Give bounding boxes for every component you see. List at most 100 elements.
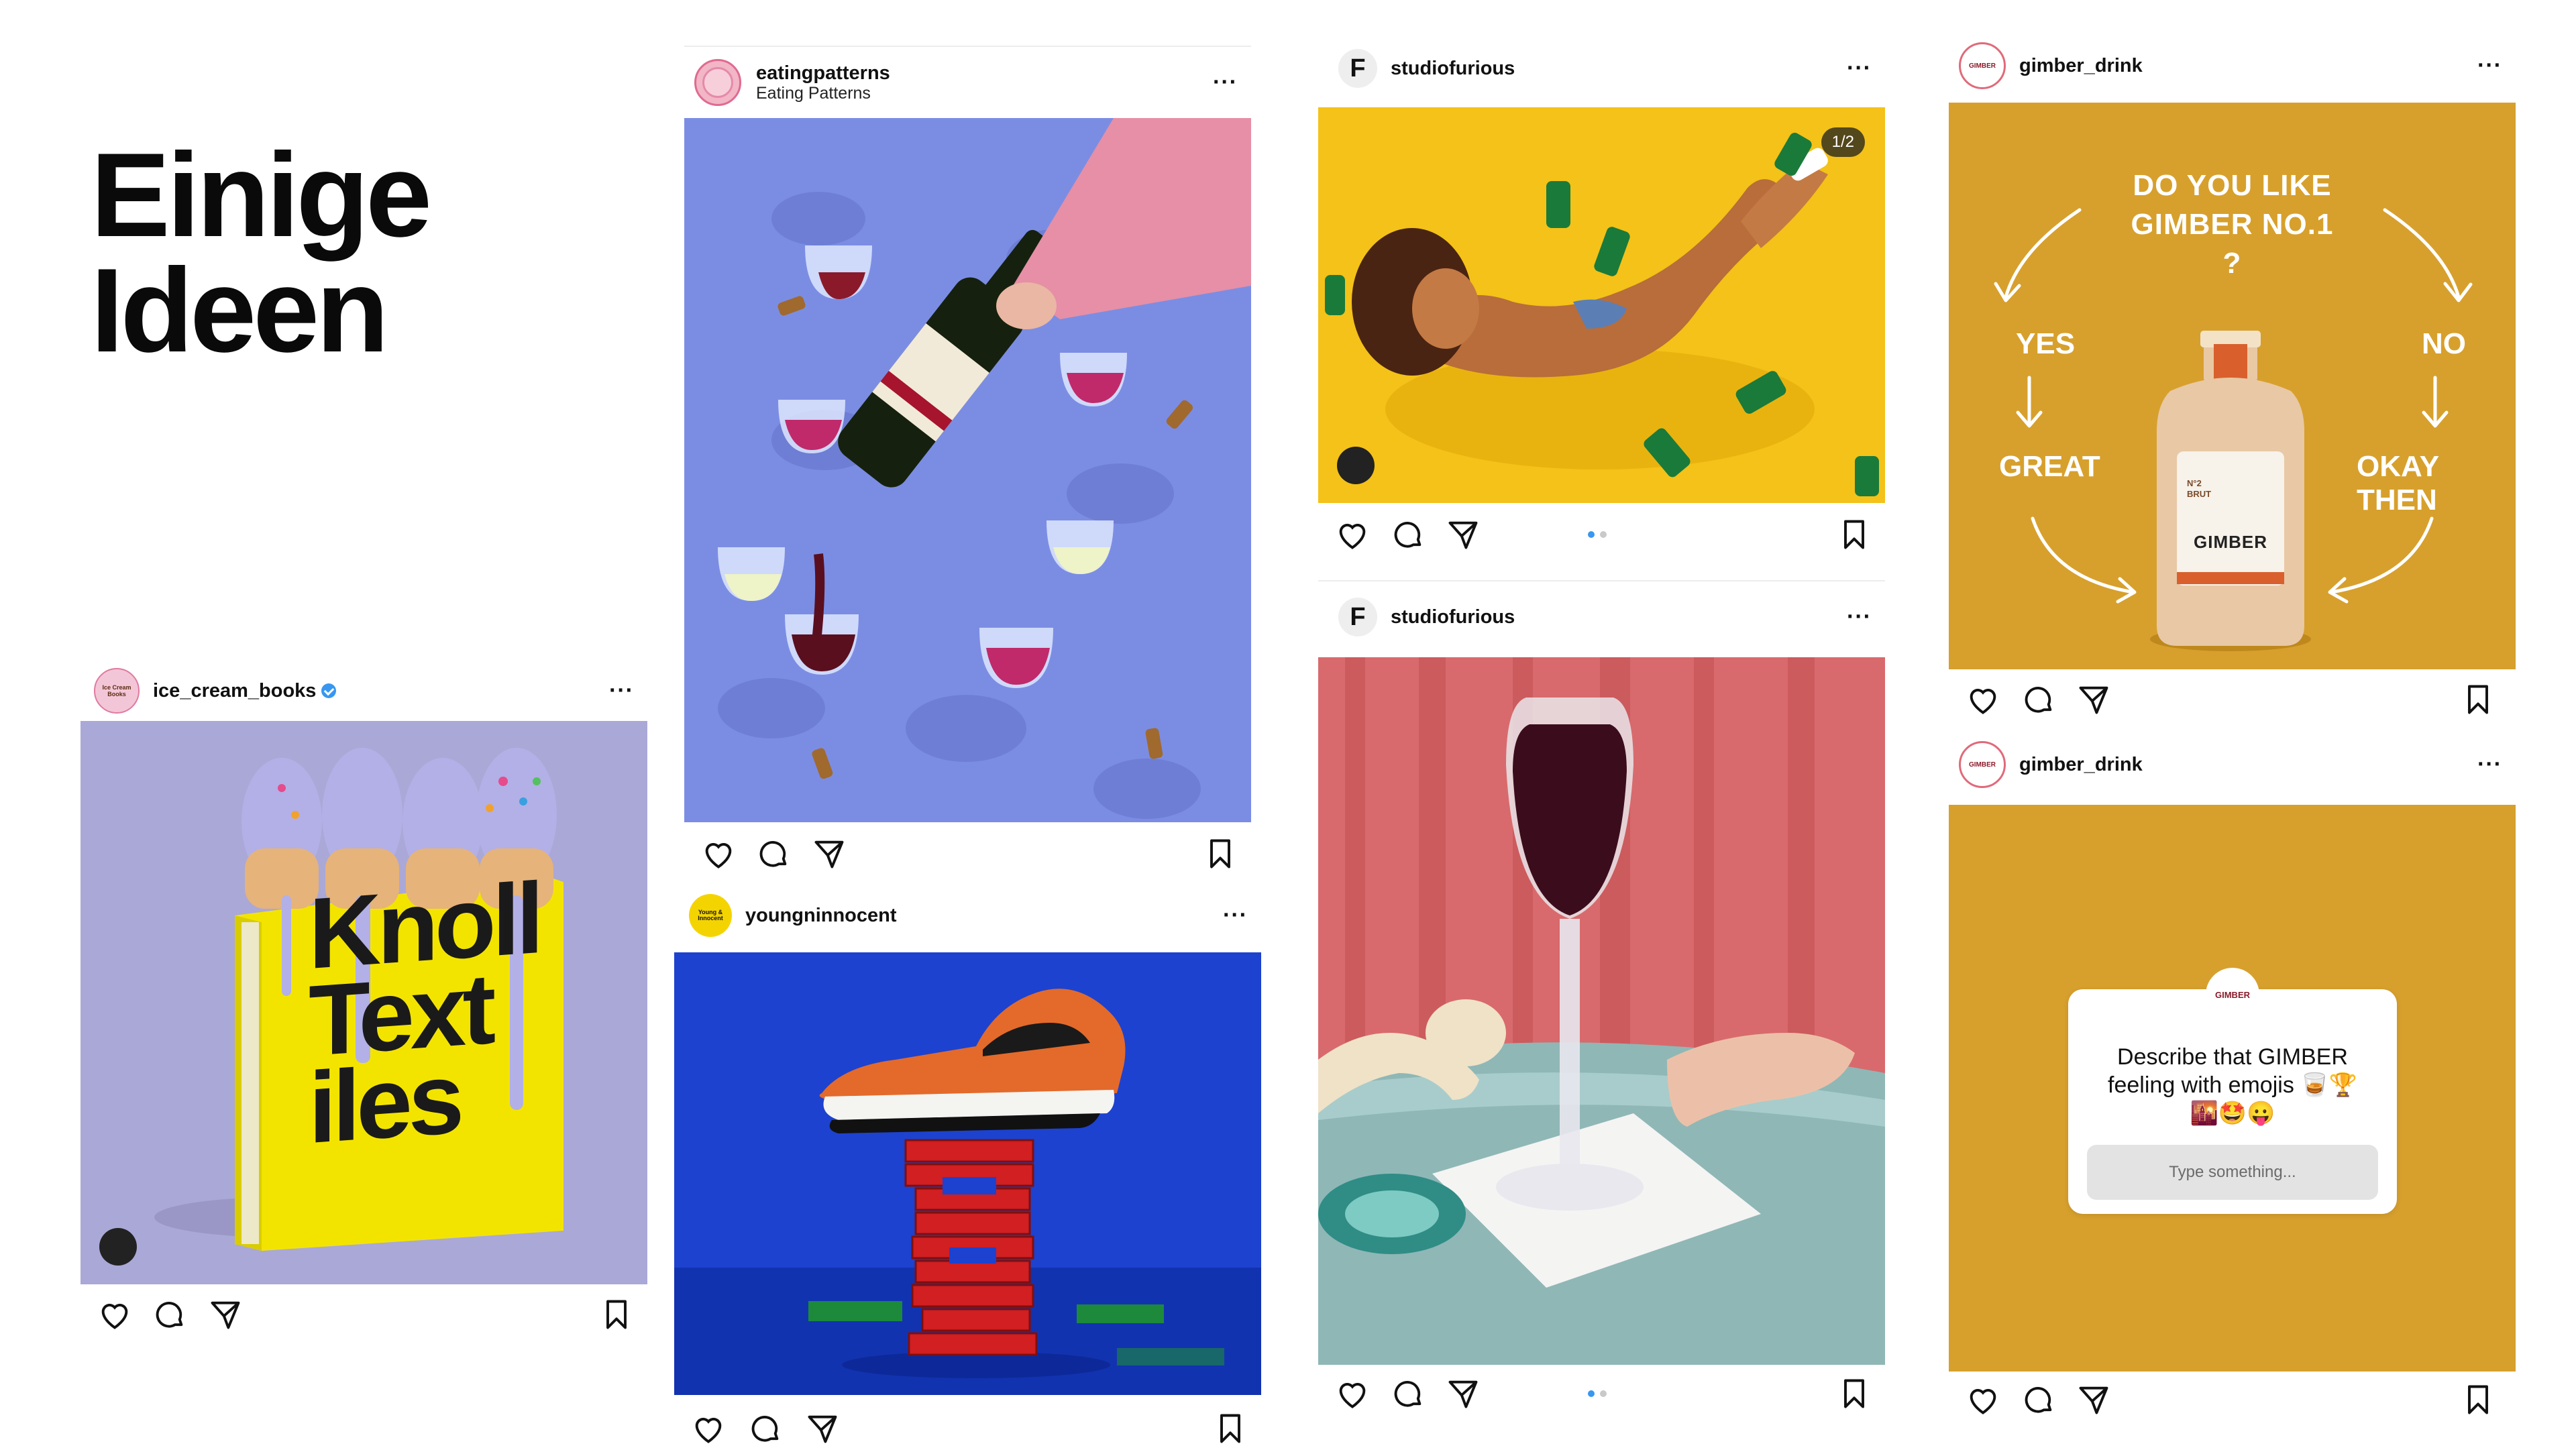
person-on-yellow-illustration xyxy=(1325,132,1879,496)
heart-icon[interactable] xyxy=(1335,517,1370,552)
shoe-on-blocks-illustration xyxy=(674,952,1261,1395)
username[interactable]: ice_cream_books xyxy=(153,680,337,702)
post-image[interactable]: 1/2 xyxy=(1318,107,1885,503)
post-actions xyxy=(674,1405,1261,1452)
carousel-dots xyxy=(1588,1390,1607,1397)
avatar-text: F xyxy=(1350,602,1366,631)
carousel-dot[interactable] xyxy=(1588,531,1595,538)
post-image[interactable] xyxy=(684,118,1251,822)
username[interactable]: studiofurious xyxy=(1391,58,1515,79)
sticker-avatar-text: GIMBER xyxy=(2215,989,2250,1000)
post-header: GIMBER gimber_drink ··· xyxy=(1949,738,2516,791)
wine-glasses-illustration xyxy=(718,118,1251,819)
heart-icon[interactable] xyxy=(691,1411,726,1446)
separator xyxy=(684,46,1251,47)
heart-icon[interactable] xyxy=(1966,682,2000,717)
comment-icon[interactable] xyxy=(1391,517,1426,552)
comment-icon[interactable] xyxy=(1391,1376,1426,1411)
title-line-1: Einige xyxy=(91,128,432,262)
sticker-question: Describe that GIMBER feeling with emojis… xyxy=(2108,1044,2357,1126)
carousel-dot[interactable] xyxy=(1600,531,1607,538)
avatar[interactable]: Ice Cream Books xyxy=(94,668,140,714)
bookmark-icon[interactable] xyxy=(1837,1376,1872,1411)
title-line-2: Ideen xyxy=(91,243,389,377)
comment-icon[interactable] xyxy=(2021,682,2056,717)
more-options-button[interactable]: ··· xyxy=(1847,56,1872,82)
send-icon[interactable] xyxy=(812,836,847,871)
bookmark-icon[interactable] xyxy=(1203,836,1238,871)
page-title: Einige Ideen xyxy=(91,128,432,377)
bookmark-icon[interactable] xyxy=(1837,517,1872,552)
username[interactable]: youngninnocent xyxy=(745,905,897,926)
more-options-button[interactable]: ··· xyxy=(2477,752,2502,778)
post-gimber-2: GIMBER gimber_drink ··· GIMBER Describe … xyxy=(1949,738,2516,1435)
more-options-button[interactable]: ··· xyxy=(2477,53,2502,79)
comment-icon[interactable] xyxy=(756,836,791,871)
avatar[interactable]: GIMBER xyxy=(1959,42,2006,89)
post-image[interactable] xyxy=(1318,657,1885,1365)
username[interactable]: gimber_drink xyxy=(2019,55,2143,76)
bookmark-icon[interactable] xyxy=(2461,682,2496,717)
more-options-button[interactable]: ··· xyxy=(1223,903,1248,929)
heart-icon[interactable] xyxy=(1335,1376,1370,1411)
carousel-counter: 1/2 xyxy=(1821,127,1865,157)
post-header: Young & Innocent youngninnocent ··· xyxy=(674,889,1261,942)
avatar[interactable]: F xyxy=(1338,598,1377,636)
verified-badge-icon xyxy=(321,683,337,698)
post-actions xyxy=(1949,676,2516,723)
username[interactable]: studiofurious xyxy=(1391,606,1515,628)
send-icon[interactable] xyxy=(1446,517,1481,552)
carousel-dot[interactable] xyxy=(1600,1390,1607,1397)
comment-icon[interactable] xyxy=(152,1297,187,1332)
book-title: Knoll Text iles xyxy=(309,861,540,1165)
book-title-line-3: iles xyxy=(309,1041,461,1165)
send-icon[interactable] xyxy=(1446,1376,1481,1411)
avatar-text: Young & Innocent xyxy=(698,909,723,922)
answer-okay-then: OKAY THEN xyxy=(2357,450,2439,516)
bookmark-icon[interactable] xyxy=(1213,1411,1248,1446)
more-options-button[interactable]: ··· xyxy=(609,678,634,704)
bookmark-icon[interactable] xyxy=(599,1297,634,1332)
post-image[interactable] xyxy=(674,952,1261,1395)
tagged-user-icon[interactable] xyxy=(1337,447,1375,484)
avatar-text: GIMBER xyxy=(1969,62,1996,70)
more-options-button[interactable]: ··· xyxy=(1847,604,1872,630)
bookmark-icon[interactable] xyxy=(2461,1382,2496,1417)
avatar[interactable]: F xyxy=(1338,49,1377,88)
post-image[interactable]: Knoll Text iles xyxy=(80,721,647,1284)
post-actions xyxy=(80,1291,647,1338)
post-image[interactable]: DO YOU LIKE GIMBER NO.1 ? YES NO GREAT O… xyxy=(1949,103,2516,669)
post-image[interactable]: GIMBER Describe that GIMBER feeling with… xyxy=(1949,805,2516,1372)
avatar-text: GIMBER xyxy=(1969,761,1996,769)
avatar[interactable]: Young & Innocent xyxy=(689,894,732,937)
send-icon[interactable] xyxy=(208,1297,243,1332)
sticker-answer-input[interactable]: Type something... xyxy=(2087,1145,2378,1200)
post-studiofurious-2: F studiofurious ··· xyxy=(1318,580,1885,1418)
carousel-dots xyxy=(1588,531,1607,538)
send-icon[interactable] xyxy=(2076,682,2111,717)
tagged-user-icon[interactable] xyxy=(99,1228,137,1266)
carousel-dot[interactable] xyxy=(1588,1390,1595,1397)
question-sticker[interactable]: GIMBER Describe that GIMBER feeling with… xyxy=(2068,968,2397,1214)
heart-icon[interactable] xyxy=(701,836,736,871)
answer-yes: YES xyxy=(2016,327,2076,360)
post-studiofurious-1: F studiofurious ··· 1/2 xyxy=(1318,42,1885,578)
avatar-text: F xyxy=(1350,54,1366,82)
post-actions xyxy=(1318,1370,1885,1417)
comment-icon[interactable] xyxy=(748,1411,783,1446)
heart-icon[interactable] xyxy=(1966,1382,2000,1417)
avatar[interactable]: GIMBER xyxy=(1959,741,2006,788)
heart-icon[interactable] xyxy=(97,1297,132,1332)
avatar[interactable] xyxy=(694,59,741,106)
more-options-button[interactable]: ··· xyxy=(1213,70,1238,96)
post-header: eatingpatterns Eating Patterns ··· xyxy=(684,56,1251,109)
bottle-label-no: N°2 BRUT xyxy=(2187,478,2212,499)
separator xyxy=(1318,580,1885,581)
send-icon[interactable] xyxy=(2076,1382,2111,1417)
post-gimber-1: GIMBER gimber_drink ··· DO YOU LIKE GIMB… xyxy=(1949,39,2516,730)
comment-icon[interactable] xyxy=(2021,1382,2056,1417)
send-icon[interactable] xyxy=(805,1411,840,1446)
username[interactable]: gimber_drink xyxy=(2019,754,2143,775)
username[interactable]: eatingpatterns xyxy=(756,62,890,84)
post-header: F studiofurious ··· xyxy=(1318,590,1885,644)
